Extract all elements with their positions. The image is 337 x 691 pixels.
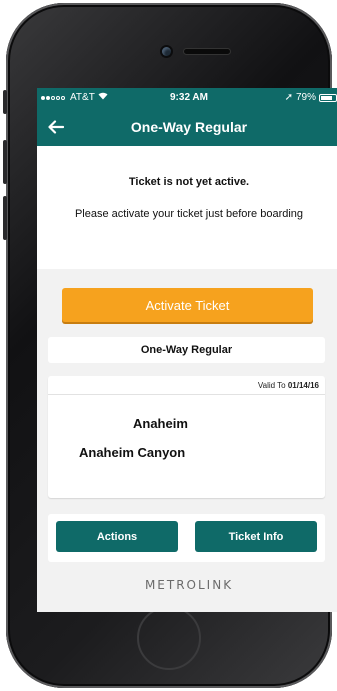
volume-up-button <box>3 140 7 184</box>
valid-to-row: Valid To 01/14/16 <box>258 381 319 390</box>
ticket-type-label: One-Way Regular <box>48 337 325 363</box>
destination-station: Anaheim Canyon <box>79 445 186 460</box>
ticket-info-button[interactable]: Ticket Info <box>195 521 317 552</box>
valid-to-label: Valid To <box>257 381 288 390</box>
ticket-card: Valid To 01/14/16 Anaheim Anaheim Canyon <box>48 376 325 498</box>
activation-notice: Ticket is not yet active. Please activat… <box>37 146 337 269</box>
battery-icon <box>319 93 337 102</box>
notice-title: Ticket is not yet active. <box>128 176 250 188</box>
mute-switch <box>3 90 7 114</box>
metrolink-logo: METROLINK <box>144 578 234 592</box>
notice-body: Please activate your ticket just before … <box>74 208 304 220</box>
divider <box>48 394 325 395</box>
valid-to-date: 01/14/16 <box>287 381 319 390</box>
actions-bar: Actions Ticket Info <box>48 514 325 562</box>
phone-mockup: AT&T 9:32 AM ➚ 79% One-Way Regular Ticke… <box>0 0 337 691</box>
actions-button[interactable]: Actions <box>56 521 178 552</box>
location-icon: ➚ <box>284 92 293 103</box>
status-bar: AT&T 9:32 AM ➚ 79% <box>37 88 337 108</box>
navigation-bar: One-Way Regular <box>37 108 337 146</box>
activate-ticket-button[interactable]: Activate Ticket <box>62 288 313 322</box>
front-camera <box>162 47 171 56</box>
battery-percent: 79% <box>295 92 316 103</box>
page-title: One-Way Regular <box>130 119 248 135</box>
volume-down-button <box>3 196 7 240</box>
home-button[interactable] <box>137 606 201 670</box>
origin-station: Anaheim <box>133 416 188 431</box>
earpiece-speaker <box>184 49 230 54</box>
app-screen: AT&T 9:32 AM ➚ 79% One-Way Regular Ticke… <box>37 88 337 612</box>
status-right: ➚ 79% <box>285 92 337 103</box>
